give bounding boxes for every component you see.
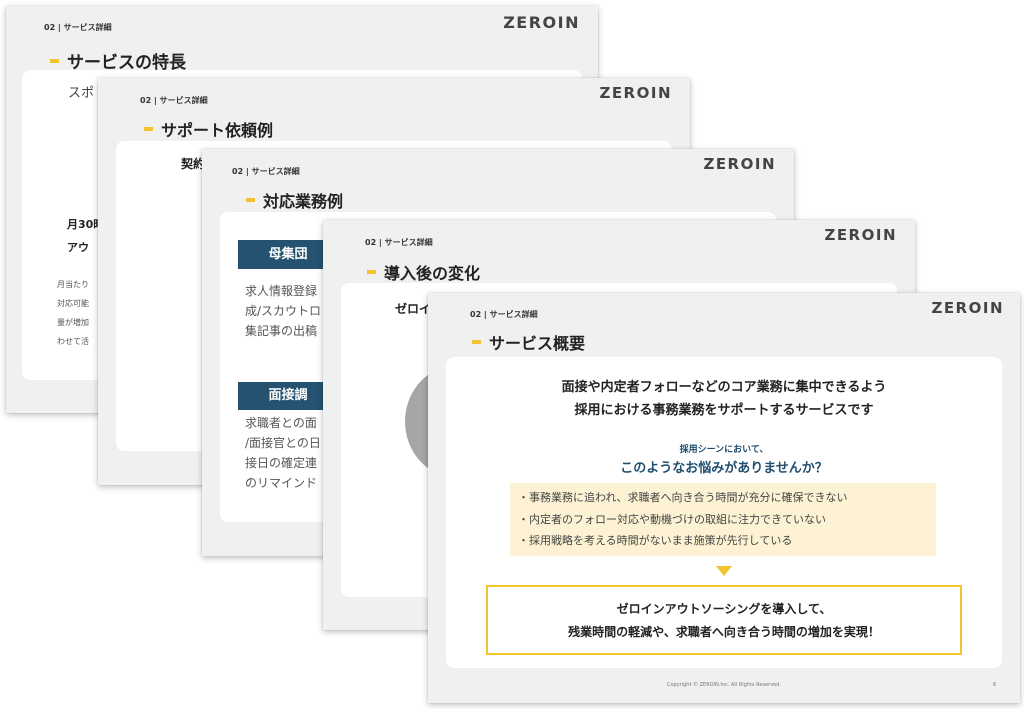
- task-line: 成/スカウトロ: [245, 304, 322, 318]
- page-number: 6: [993, 682, 997, 688]
- lead-text-line2: 採用における事務業務をサポートするサービスです: [574, 403, 874, 418]
- title-accent-bar: [246, 198, 255, 202]
- zeroin-logo: ZEROIN: [503, 13, 580, 32]
- slide-title: サービス概要: [472, 330, 585, 354]
- section-label: 02 | サービス詳細: [44, 23, 112, 32]
- task-line: 求職者との面: [245, 416, 317, 430]
- section-label: 02 | サービス詳細: [470, 310, 538, 319]
- pain-point: ・採用戦略を考える時間がないまま施策が先行している: [518, 534, 793, 547]
- title-accent-bar: [367, 270, 376, 274]
- slide-title: 導入後の変化: [367, 260, 480, 284]
- solution-box: ゼロインアウトソーシングを導入して、 残業時間の軽減や、求職者へ向き合う時間の増…: [486, 585, 962, 655]
- sub-heading-small: 採用シーンにおいて、: [679, 445, 769, 455]
- pain-point: ・事務業務に追われ、求職者へ向き合う時間が充分に確保できない: [518, 491, 848, 504]
- text-fragment: 月当たり: [57, 280, 89, 289]
- text-fragment: わせて活: [57, 337, 89, 346]
- text-fragment: 量が増加: [57, 318, 89, 327]
- slide-title: サポート依頼例: [144, 117, 273, 141]
- task-line: 接日の確定連: [245, 456, 318, 470]
- pain-points-box: ・事務業務に追われ、求職者へ向き合う時間が充分に確保できない ・内定者のフォロー…: [510, 483, 936, 556]
- slide-title: 対応業務例: [246, 188, 343, 212]
- copyright-text: Copyright © ZEROIN.Inc. All Rights Reser…: [667, 682, 781, 688]
- section-label: 02 | サービス詳細: [365, 238, 433, 247]
- sub-heading-question: このようなお悩みがありませんか？: [620, 461, 828, 476]
- section-label: 02 | サービス詳細: [232, 167, 300, 176]
- task-line: 求人情報登録: [245, 284, 318, 298]
- solution-line1: ゼロインアウトソーシングを導入して、: [616, 602, 832, 616]
- zeroin-logo: ZEROIN: [703, 155, 776, 173]
- task-line: /面接官との日: [245, 436, 321, 450]
- text-fragment: スポ: [68, 86, 95, 101]
- section-label: 02 | サービス詳細: [140, 96, 208, 105]
- text-fragment: ゼロイ: [395, 302, 432, 316]
- zeroin-logo: ZEROIN: [599, 84, 672, 102]
- text-fragment: アウ: [67, 241, 89, 254]
- title-accent-bar: [472, 340, 481, 344]
- zeroin-logo: ZEROIN: [931, 299, 1004, 317]
- solution-line2: 残業時間の軽減や、求職者へ向き合う時間の増加を実現！: [568, 625, 880, 639]
- task-line: のリマインド: [245, 476, 318, 490]
- text-fragment: 対応可能: [57, 299, 89, 308]
- down-arrow-icon: [716, 566, 732, 576]
- title-accent-bar: [144, 127, 153, 131]
- zeroin-logo: ZEROIN: [824, 226, 897, 244]
- slide-service-overview[interactable]: 02 | サービス詳細 ZEROIN サービス概要 面接や内定者フォローなどのコ…: [428, 293, 1020, 703]
- pain-point: ・内定者のフォロー対応や動機づけの取組に注力できていない: [518, 513, 826, 526]
- lead-text-line1: 面接や内定者フォローなどのコア業務に集中できるよう: [561, 380, 887, 395]
- title-accent-bar: [50, 58, 59, 63]
- task-line: 集記事の出稿: [245, 324, 318, 338]
